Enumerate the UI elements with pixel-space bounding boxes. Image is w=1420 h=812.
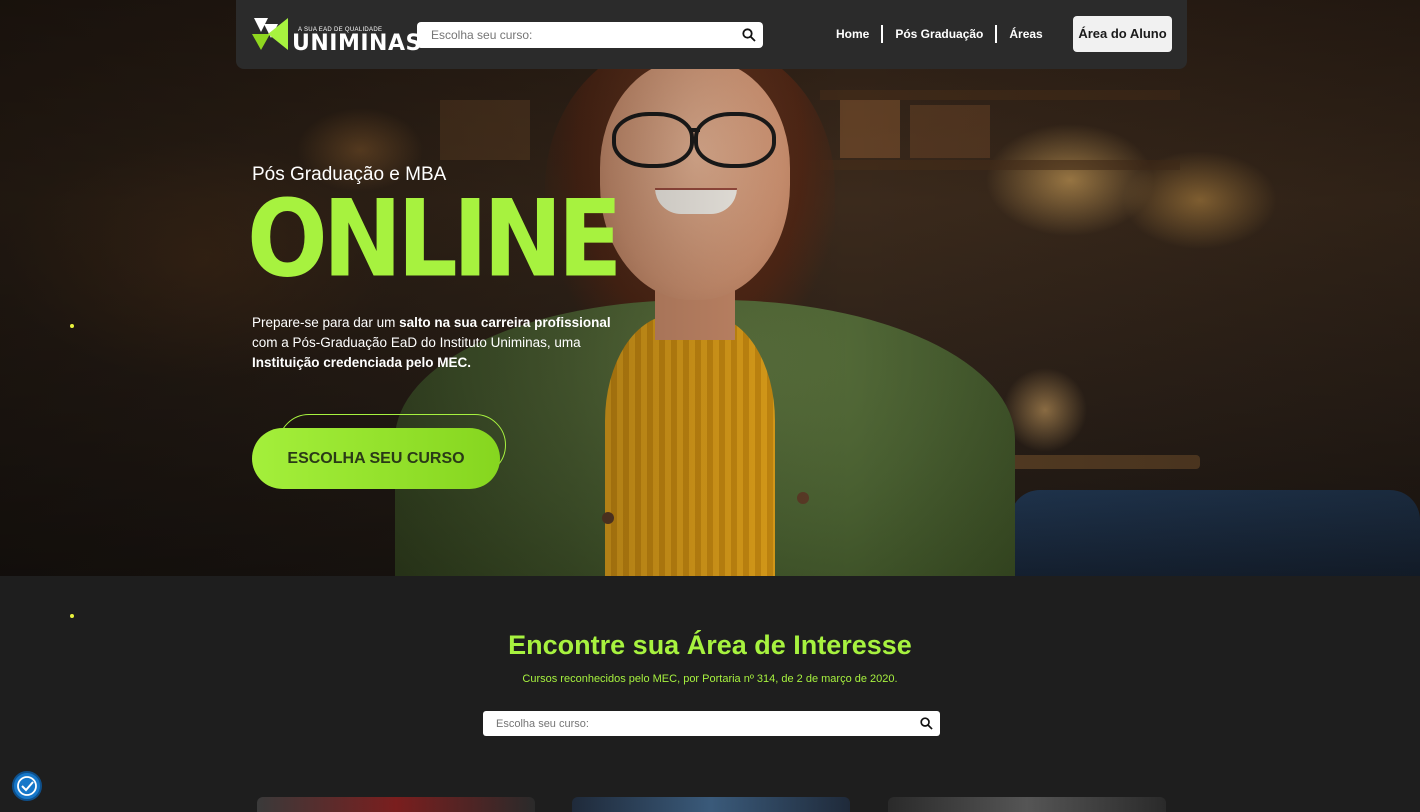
nav-search-box bbox=[417, 22, 763, 48]
page: Pós Graduação e MBA ONLINE Prepare-se pa… bbox=[0, 0, 1420, 812]
accessibility-icon bbox=[17, 776, 37, 796]
hero-desc-text: com a Pós-Graduação EaD do Instituto Uni… bbox=[252, 335, 581, 350]
hero-banner: Pós Graduação e MBA ONLINE Prepare-se pa… bbox=[0, 0, 1420, 576]
nav-link-areas[interactable]: Áreas bbox=[997, 25, 1054, 43]
nav-link-home[interactable]: Home bbox=[824, 25, 881, 43]
search-icon[interactable] bbox=[920, 717, 933, 730]
logo-mark-icon bbox=[252, 18, 288, 50]
hero-desc-bold: salto na sua carreira profissional bbox=[399, 315, 611, 330]
course-card[interactable] bbox=[888, 797, 1166, 812]
section-search-box bbox=[483, 711, 940, 736]
section-title: Encontre sua Área de Interesse bbox=[508, 630, 912, 660]
cta-wrapper: ESCOLHA SEU CURSO bbox=[252, 412, 510, 492]
course-card[interactable] bbox=[257, 797, 535, 812]
hero-desc-bold: Instituição credenciada pelo MEC. bbox=[252, 355, 472, 370]
nav-links: Home Pós Graduação Áreas bbox=[824, 24, 1055, 44]
choose-course-button[interactable]: ESCOLHA SEU CURSO bbox=[252, 428, 500, 489]
decorative-dot bbox=[70, 614, 74, 618]
accessibility-button[interactable] bbox=[12, 771, 42, 801]
nav-search-input[interactable] bbox=[431, 27, 731, 43]
nav-link-pos-graduacao[interactable]: Pós Graduação bbox=[883, 25, 995, 43]
hero-desc-text: Prepare-se para dar um bbox=[252, 315, 400, 330]
decorative-dot bbox=[70, 324, 74, 328]
logo-wordmark: UNIMINAS bbox=[292, 31, 422, 56]
top-navbar: A SUA EAD DE QUALIDADE UNIMINAS Home Pós… bbox=[236, 0, 1187, 69]
search-icon[interactable] bbox=[742, 28, 756, 42]
hero-overlay bbox=[0, 0, 1420, 576]
course-card[interactable] bbox=[572, 797, 850, 812]
hero-description: Prepare-se para dar um salto na sua carr… bbox=[252, 313, 622, 373]
site-logo[interactable]: A SUA EAD DE QUALIDADE UNIMINAS bbox=[252, 16, 421, 56]
section-search-input[interactable] bbox=[496, 716, 896, 731]
student-area-button[interactable]: Área do Aluno bbox=[1073, 16, 1172, 52]
section-subtitle: Cursos reconhecidos pelo MEC, por Portar… bbox=[522, 673, 898, 685]
hero-headline: ONLINE bbox=[247, 178, 623, 302]
